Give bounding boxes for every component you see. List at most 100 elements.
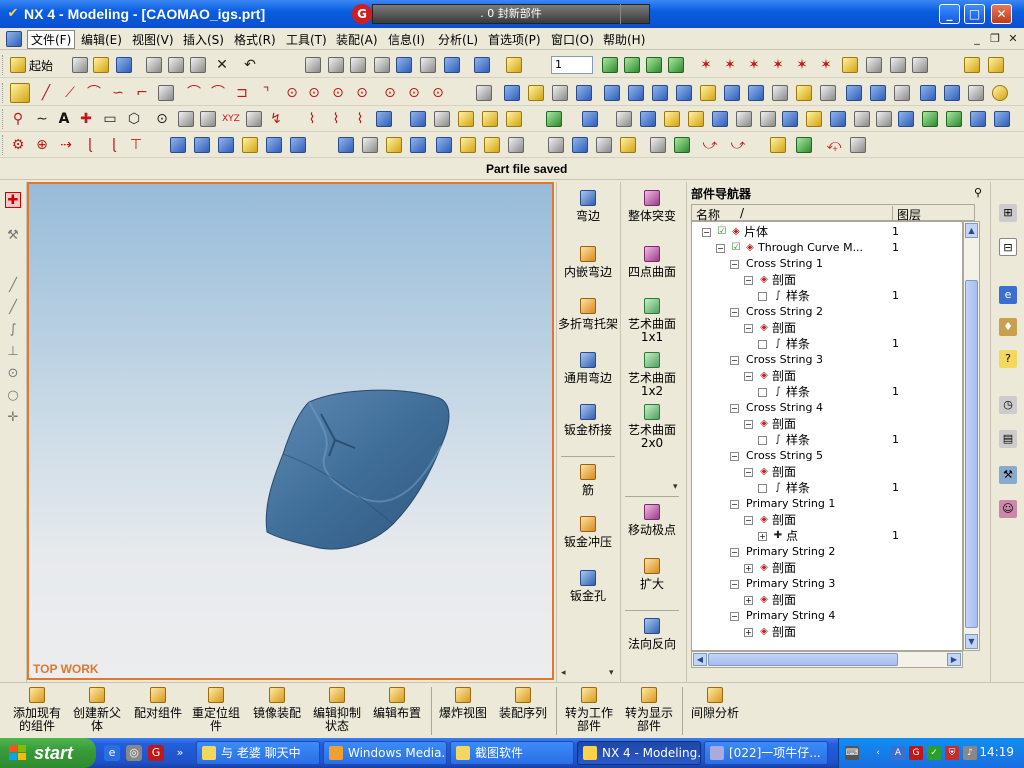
edge-blend-icon[interactable] (920, 85, 936, 101)
tree-row[interactable]: + ✚ 点 1 (692, 528, 962, 544)
section-curve-icon[interactable] (458, 111, 474, 127)
extension-icon[interactable] (436, 137, 452, 153)
extrude-icon[interactable] (604, 85, 620, 101)
groove-icon[interactable] (772, 85, 788, 101)
delete-icon[interactable]: ✕ (214, 57, 230, 73)
navigator-hscroll[interactable]: ◀ ▶ (691, 651, 963, 668)
snap-cross-icon[interactable]: ✛ (5, 410, 21, 426)
collapse-icon[interactable]: − (702, 228, 711, 237)
palette-inset-flange[interactable]: 内嵌弯边 (557, 246, 619, 279)
palette-studio-surface-2x0[interactable]: 艺术曲面 2x0 (621, 404, 683, 450)
make-work-part-button[interactable]: 转为工作部件 (560, 687, 618, 733)
snap-perp-icon[interactable]: ⊥ (5, 344, 21, 360)
chamfer-solid-icon[interactable] (944, 85, 960, 101)
toolbar-grip[interactable] (2, 55, 5, 75)
helix-icon[interactable]: ⊙ (430, 85, 446, 101)
create-new-parent-button[interactable]: 创建新父体 (68, 687, 126, 733)
slope-icon[interactable] (850, 137, 866, 153)
snap-center-icon[interactable]: ✶ (770, 57, 786, 73)
assembly-sequence-button[interactable]: 装配序列 (494, 687, 552, 720)
from-cloud-icon[interactable] (218, 137, 234, 153)
tree-row[interactable]: − ☑ ◈ 片体 1 (692, 224, 962, 240)
snap-line-icon[interactable]: ╱ (5, 278, 21, 294)
block-icon[interactable] (504, 85, 520, 101)
palette-scroll-down-icon[interactable]: ▾ (673, 482, 678, 492)
task-screenshot[interactable]: 截图软件 (450, 741, 574, 765)
expand-icon[interactable]: + (758, 532, 767, 541)
snap-intersect-icon[interactable]: ✶ (818, 57, 834, 73)
ellipse-icon[interactable]: ⊙ (330, 85, 346, 101)
checkbox-icon[interactable] (758, 292, 767, 301)
keyboard-icon[interactable]: ⌨ (845, 746, 859, 760)
palette-move-pole[interactable]: 移动极点 (621, 504, 683, 537)
system-materials-icon[interactable]: ▤ (999, 430, 1017, 448)
collapse-icon[interactable]: − (730, 548, 739, 557)
volume-icon[interactable]: ♪ (963, 746, 977, 760)
visible-check-icon[interactable]: ☑ (716, 226, 728, 238)
slot-icon[interactable] (748, 85, 764, 101)
from-poles-icon[interactable] (194, 137, 210, 153)
part-navigator-tab-icon[interactable]: ⊟ (999, 238, 1017, 256)
zoom-icon[interactable] (350, 57, 366, 73)
project-curve-icon[interactable]: ⌇ (304, 111, 320, 127)
tree-row[interactable]: ∫ 样条 1 (692, 336, 962, 352)
law-extension-icon[interactable] (460, 137, 476, 153)
spline-icon[interactable]: ∽ (110, 85, 126, 101)
visible-layers-icon[interactable] (624, 57, 640, 73)
change-degree-icon[interactable] (596, 137, 612, 153)
snap-ring-icon[interactable]: ○ (5, 388, 21, 404)
tree-row[interactable]: − Cross String 3 (692, 352, 962, 368)
show-body-icon[interactable] (946, 111, 962, 127)
scroll-left-icon[interactable]: ◀ (693, 653, 707, 666)
pan-icon[interactable] (374, 57, 390, 73)
menu-window[interactable]: 窗口(O) (548, 31, 597, 48)
scroll-up-icon[interactable]: ▲ (965, 223, 978, 238)
fit-view-icon[interactable] (305, 57, 321, 73)
make-displayed-part-button[interactable]: 转为显示部件 (620, 687, 678, 733)
sphere-icon[interactable] (576, 85, 592, 101)
subtract-icon[interactable] (870, 85, 886, 101)
thicken-icon[interactable] (854, 111, 870, 127)
task-windows-media[interactable]: Windows Media... (323, 741, 447, 765)
navigator-tree[interactable]: − ☑ ◈ 片体 1− ☑ ◈ Through Curve M... 1− Cross Strin… (691, 221, 963, 651)
arc-icon[interactable]: ⌒ (86, 85, 102, 101)
reflection-icon[interactable]: ⤽ (826, 137, 842, 153)
task-qq-chat[interactable]: 与 老婆 聊天中 (196, 741, 320, 765)
collapse-icon[interactable]: − (730, 308, 739, 317)
shell-icon[interactable] (968, 85, 984, 101)
collapse-icon[interactable]: − (730, 452, 739, 461)
pad-icon[interactable] (724, 85, 740, 101)
exploded-view-button[interactable]: 爆炸视图 (434, 687, 492, 720)
extend-icon[interactable]: ⌒ (210, 85, 226, 101)
column-sort[interactable]: / (740, 206, 744, 220)
sphere-yellow-icon[interactable] (992, 85, 1008, 101)
move-feature-icon[interactable] (582, 111, 598, 127)
expression-icon[interactable] (760, 111, 776, 127)
tree-row[interactable]: − ◈ 剖面 (692, 512, 962, 528)
checkbox-icon[interactable] (758, 388, 767, 397)
selection-mode-icon[interactable] (866, 57, 882, 73)
sheet-body-model[interactable] (261, 384, 461, 554)
tree-row[interactable]: ∫ 样条 1 (692, 432, 962, 448)
menu-format[interactable]: 格式(R) (231, 31, 279, 48)
edit-surface-icon[interactable] (548, 137, 564, 153)
palette-reverse-normal[interactable]: 法向反向 (621, 618, 683, 651)
combine-curve-icon[interactable]: ⌇ (328, 111, 344, 127)
collapse-icon[interactable]: − (744, 468, 753, 477)
toolbar-grip[interactable] (2, 135, 5, 155)
tree-row[interactable]: ∫ 样条 1 (692, 384, 962, 400)
reorder-icon[interactable] (616, 111, 632, 127)
move-pole-icon[interactable] (572, 137, 588, 153)
circle-point-icon[interactable]: ⊙ (306, 85, 322, 101)
palette-scroll-down-icon[interactable]: ▾ (609, 668, 614, 678)
tree-row[interactable]: − ◈ 剖面 (692, 368, 962, 384)
collapse-icon[interactable]: − (730, 580, 739, 589)
snap-end-icon[interactable]: ✶ (722, 57, 738, 73)
edit-suppression-button[interactable]: 编辑抑制状态 (308, 687, 366, 733)
scroll-right-icon[interactable]: ▶ (947, 653, 961, 666)
through-curves-icon[interactable] (266, 137, 282, 153)
intersect-icon[interactable] (894, 85, 910, 101)
pointer-icon[interactable]: ⚒ (5, 228, 21, 244)
palette-multi-bend-bracket[interactable]: 多折弯托架 (557, 298, 619, 331)
scroll-thumb[interactable] (965, 280, 978, 628)
